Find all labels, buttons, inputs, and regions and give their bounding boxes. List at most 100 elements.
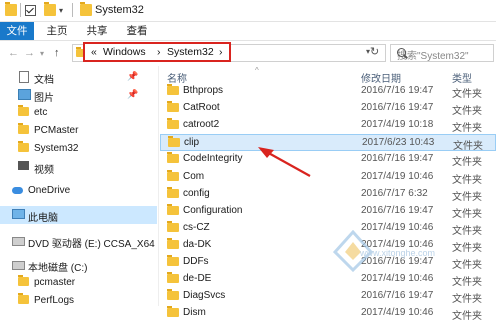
- file-date: 2016/7/16 19:47: [361, 290, 434, 302]
- tab-home[interactable]: 主页: [40, 22, 74, 40]
- nav-label: 文档: [34, 75, 54, 86]
- recent-chevron-icon[interactable]: ▾: [40, 49, 44, 58]
- file-date: 2016/7/17 6:32: [361, 187, 428, 199]
- nav-label: PCMaster: [34, 125, 79, 136]
- pane-divider[interactable]: [158, 66, 159, 306]
- file-row[interactable]: Dism 2017/4/19 10:46 文件夹: [160, 305, 496, 322]
- file-type: 文件夹: [452, 277, 482, 289]
- nav-item-this-pc[interactable]: 此电脑: [0, 206, 157, 224]
- file-type: 文件夹: [452, 157, 482, 169]
- file-row[interactable]: CodeIntegrity 2016/7/16 19:47 文件夹: [160, 151, 496, 168]
- address-breadcrumb-highlight: « Windows › System32 ›: [83, 42, 231, 62]
- video-icon: [18, 161, 29, 170]
- refresh-icon[interactable]: ↻: [370, 45, 379, 58]
- nav-item-dvd-drive[interactable]: DVD 驱动器 (E:) CCSA_X64: [0, 232, 157, 250]
- file-name: DDFs: [183, 256, 209, 267]
- file-date: 2017/4/19 10:46: [361, 307, 434, 319]
- breadcrumb-windows[interactable]: Windows: [103, 46, 146, 58]
- breadcrumb-separator[interactable]: ›: [219, 46, 223, 58]
- file-row[interactable]: config 2016/7/17 6:32 文件夹: [160, 186, 496, 203]
- nav-item-documents[interactable]: 文档 📌: [0, 68, 157, 86]
- dvd-drive-icon: [12, 237, 25, 246]
- file-type: 文件夹: [452, 89, 482, 100]
- nav-item-pictures[interactable]: 图片 📌: [0, 86, 157, 104]
- title-bar: ▾ System32: [0, 0, 496, 22]
- separator: [72, 3, 73, 17]
- nav-item-videos[interactable]: 视频: [0, 158, 157, 176]
- nav-label: 此电脑: [28, 213, 58, 224]
- folder-icon: [167, 255, 179, 266]
- breadcrumb-system32[interactable]: System32: [167, 46, 214, 58]
- file-name: da-DK: [183, 238, 212, 250]
- file-row[interactable]: clip 2017/6/23 10:43 文件夹: [160, 134, 496, 152]
- folder-icon: [18, 293, 29, 304]
- search-icon: [397, 48, 406, 57]
- file-row[interactable]: Com 2017/4/19 10:46 文件夹: [160, 169, 496, 186]
- file-type: 文件夹: [452, 174, 482, 186]
- file-name: config: [183, 187, 210, 199]
- folder-icon: [167, 118, 179, 130]
- window-folder-icon: [80, 2, 92, 16]
- cloud-icon: [12, 187, 23, 194]
- properties-check-icon[interactable]: [25, 5, 36, 16]
- file-row[interactable]: DDFs 2016/7/16 19:47 文件夹: [160, 254, 496, 271]
- file-date: 2016/7/16 19:47: [361, 153, 434, 165]
- nav-item-pcmaster[interactable]: PCMaster: [0, 122, 157, 140]
- back-arrow-icon[interactable]: ←: [8, 47, 19, 59]
- nav-item-system32[interactable]: System32: [0, 140, 157, 158]
- file-row[interactable]: catroot2 2017/4/19 10:18 文件夹: [160, 117, 496, 134]
- folder-icon: [167, 152, 179, 164]
- file-row[interactable]: DiagSvcs 2016/7/16 19:47 文件夹: [160, 288, 496, 305]
- document-icon: [19, 71, 29, 83]
- search-input[interactable]: 搜索"System32": [390, 44, 494, 62]
- file-row[interactable]: da-DK 2017/4/19 10:46 文件夹: [160, 237, 496, 254]
- tab-view[interactable]: 查看: [120, 22, 154, 40]
- up-arrow-icon[interactable]: ↑: [54, 47, 60, 59]
- folder-icon: [167, 289, 179, 301]
- forward-arrow-icon[interactable]: →: [24, 47, 35, 59]
- nav-item-onedrive[interactable]: OneDrive: [0, 182, 157, 200]
- file-name: Bthprops: [183, 85, 224, 96]
- tab-share[interactable]: 共享: [80, 22, 114, 40]
- nav-item-local-disk[interactable]: 本地磁盘 (C:): [0, 256, 157, 274]
- watermark-text: www.xitonghe.com: [360, 248, 436, 258]
- ribbon-tabs: 文件 主页 共享 查看: [0, 22, 496, 41]
- folder-icon: [167, 306, 179, 318]
- file-row[interactable]: de-DE 2017/4/19 10:46 文件夹: [160, 271, 496, 288]
- file-name: catroot2: [183, 119, 220, 131]
- new-folder-icon[interactable]: [44, 2, 56, 16]
- folder-icon[interactable]: [5, 2, 17, 16]
- nav-label: OneDrive: [28, 185, 71, 196]
- nav-item-pcmaster-folder[interactable]: pcmaster: [0, 274, 157, 292]
- pin-icon[interactable]: 📌: [127, 71, 138, 82]
- file-name: de-DE: [183, 273, 212, 285]
- tab-file[interactable]: 文件: [0, 22, 34, 40]
- file-name: DiagSvcs: [183, 290, 226, 302]
- file-row[interactable]: Bthprops 2016/7/16 19:47 文件夹: [160, 83, 496, 100]
- breadcrumb-overflow[interactable]: «: [91, 46, 97, 58]
- file-date: 2017/6/23 10:43: [362, 137, 435, 149]
- file-row[interactable]: Configuration 2016/7/16 19:47 文件夹: [160, 203, 496, 220]
- file-type: 文件夹: [452, 208, 482, 220]
- nav-item-etc[interactable]: etc: [0, 104, 157, 122]
- file-name: CatRoot: [183, 102, 220, 114]
- file-type: 文件夹: [452, 191, 482, 203]
- file-name: cs-CZ: [183, 221, 210, 233]
- file-row[interactable]: CatRoot 2016/7/16 19:47 文件夹: [160, 100, 496, 117]
- nav-label: 视频: [34, 165, 54, 176]
- file-date: 2016/7/16 19:47: [361, 204, 434, 216]
- nav-label: PerfLogs: [34, 295, 75, 306]
- pin-icon[interactable]: 📌: [127, 89, 138, 100]
- file-name: Configuration: [183, 204, 243, 216]
- file-list: 名称 ^ 修改日期 类型 Bthprops 2016/7/16 19:47 文件夹 C…: [160, 66, 496, 322]
- folder-icon: [167, 272, 179, 284]
- nav-item-perflogs[interactable]: PerfLogs: [0, 292, 157, 310]
- search-placeholder: 搜索"System32": [397, 51, 469, 62]
- file-type: 文件夹: [452, 311, 482, 322]
- nav-label: 图片: [34, 93, 54, 104]
- file-row[interactable]: cs-CZ 2017/4/19 10:46 文件夹: [160, 220, 496, 237]
- chevron-down-icon[interactable]: ▾: [59, 6, 63, 15]
- file-type: 文件夹: [452, 294, 482, 306]
- breadcrumb-separator[interactable]: ›: [157, 46, 161, 58]
- window-title: System32: [95, 4, 144, 16]
